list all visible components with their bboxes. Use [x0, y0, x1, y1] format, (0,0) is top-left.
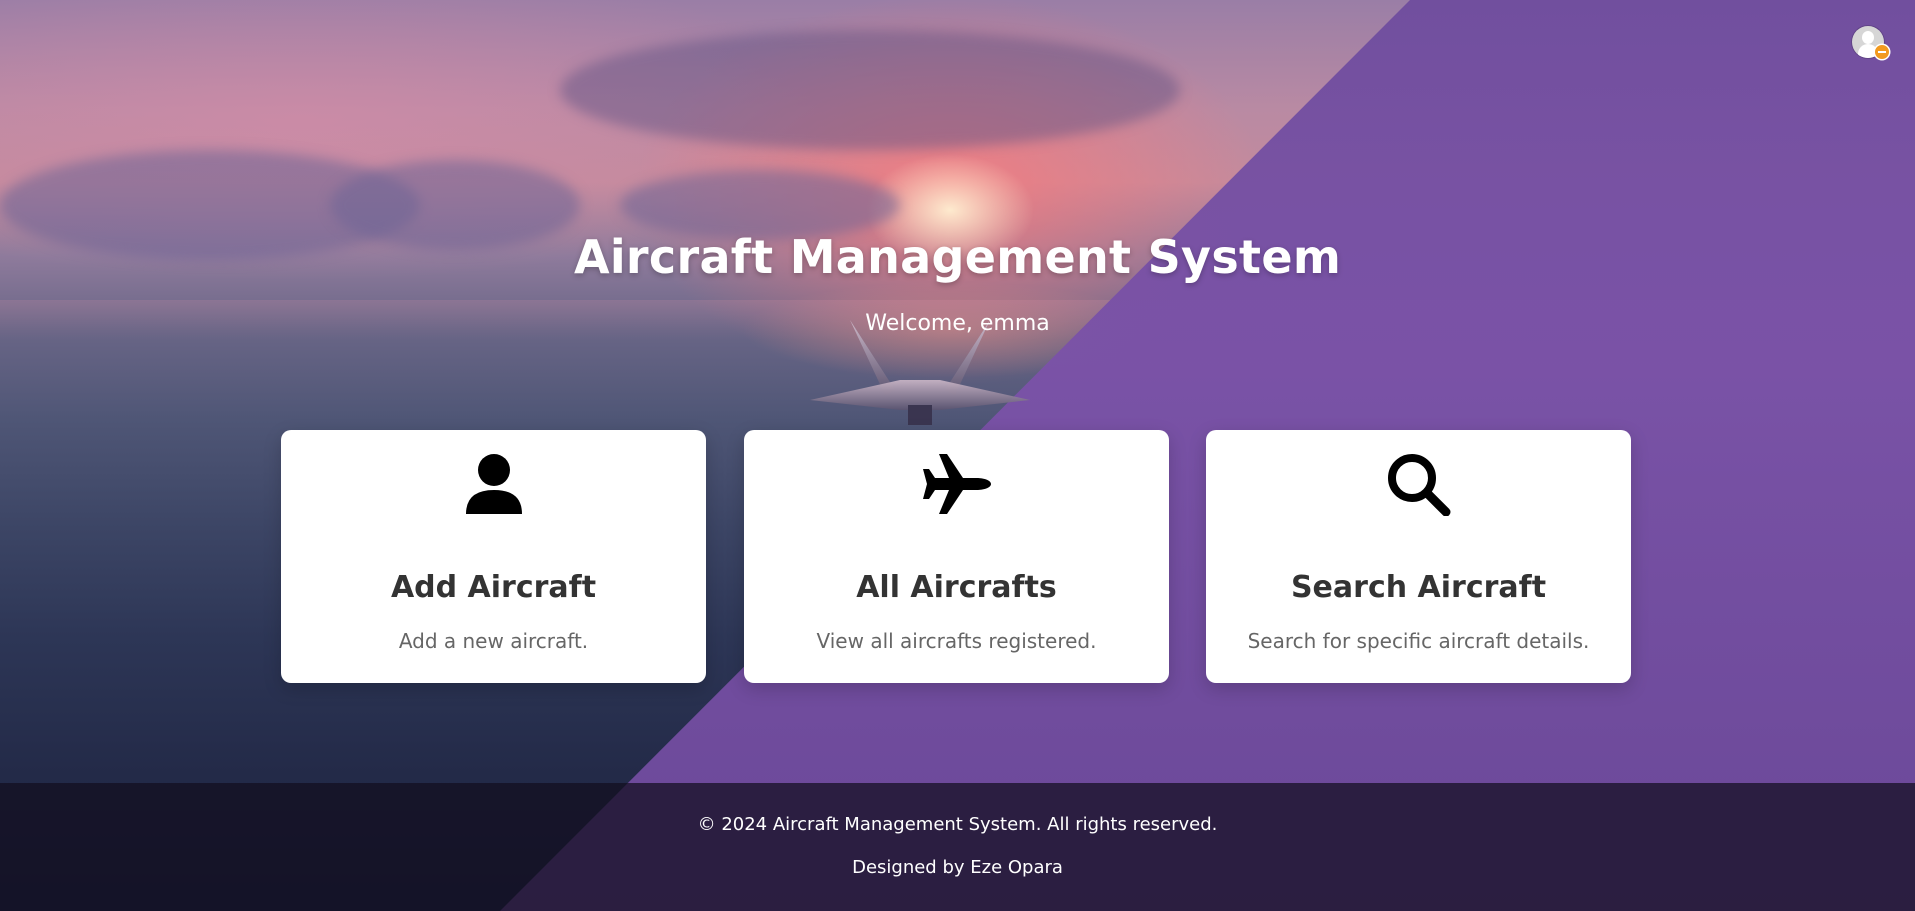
footer-copyright: © 2024 Aircraft Management System. All r…: [697, 814, 1218, 835]
footer: © 2024 Aircraft Management System. All r…: [0, 783, 1915, 911]
card-description: Add a new aircraft.: [398, 629, 589, 653]
search-aircraft-card[interactable]: Search Aircraft Search for specific airc…: [1206, 430, 1631, 683]
minus-badge-icon: [1875, 45, 1889, 59]
page-title: Aircraft Management System: [573, 230, 1342, 284]
cloud: [560, 30, 1180, 150]
all-aircrafts-card[interactable]: All Aircrafts View all aircrafts registe…: [744, 430, 1169, 683]
card-title: Search Aircraft: [1290, 570, 1547, 605]
card-description: Search for specific aircraft details.: [1247, 629, 1590, 653]
search-icon: [1206, 452, 1631, 524]
card-title: All Aircrafts: [856, 570, 1057, 605]
welcome-message: Welcome, emma: [865, 311, 1050, 336]
user-icon: [281, 452, 706, 524]
add-aircraft-card[interactable]: Add Aircraft Add a new aircraft.: [281, 430, 706, 683]
footer-designer-credit: Designed by Eze Opara: [852, 857, 1063, 878]
plane-icon: [744, 452, 1169, 524]
card-title: Add Aircraft: [390, 570, 597, 605]
card-description: View all aircrafts registered.: [816, 629, 1097, 653]
